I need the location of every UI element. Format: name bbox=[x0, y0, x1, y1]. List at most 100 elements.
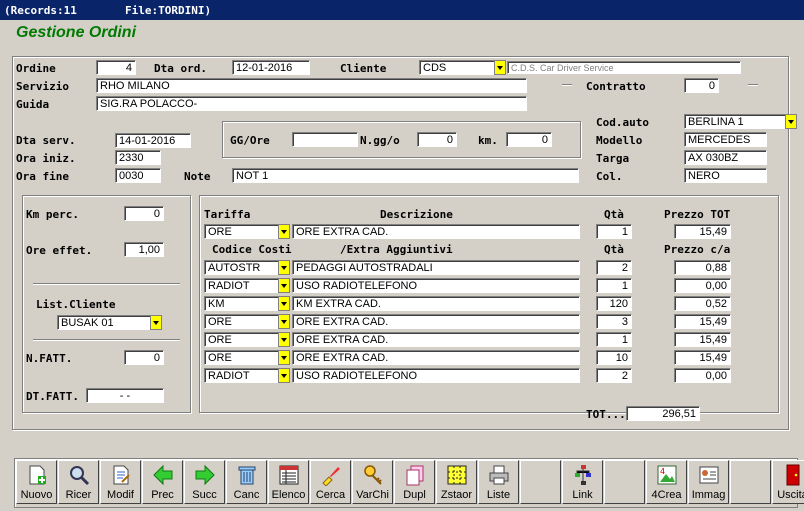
costo-code-combo[interactable]: KM bbox=[204, 296, 291, 311]
chevron-down-icon[interactable] bbox=[278, 260, 290, 275]
costo-code-combo[interactable]: AUTOSTR bbox=[204, 260, 291, 275]
modello-field[interactable]: MERCEDES bbox=[684, 132, 767, 147]
dt-fatt-field[interactable]: - - bbox=[86, 388, 164, 403]
chevron-down-icon[interactable] bbox=[278, 296, 290, 311]
tariffa-desc-field[interactable]: ORE EXTRA CAD. bbox=[292, 224, 580, 239]
chevron-down-icon[interactable] bbox=[278, 314, 290, 329]
costo-desc-field[interactable]: ORE EXTRA CAD. bbox=[292, 314, 580, 329]
ordine-field[interactable]: 4 bbox=[96, 60, 136, 75]
cliente-combo[interactable]: CDS bbox=[419, 60, 507, 75]
n-fatt-field[interactable]: 0 bbox=[124, 350, 164, 365]
cerca-button[interactable]: Cerca bbox=[310, 460, 351, 504]
costo-code-field[interactable]: KM bbox=[204, 296, 279, 311]
succ-button[interactable]: Succ bbox=[184, 460, 225, 504]
costo-qta-field[interactable]: 120 bbox=[596, 296, 632, 311]
ngg-field[interactable]: 0 bbox=[417, 132, 457, 147]
label-contratto: Contratto bbox=[586, 80, 646, 93]
liste-button[interactable]: Liste bbox=[478, 460, 519, 504]
list-cliente-field[interactable]: BUSAK 01 bbox=[57, 315, 151, 330]
costo-qta-field[interactable]: 3 bbox=[596, 314, 632, 329]
chevron-down-icon[interactable] bbox=[278, 350, 290, 365]
costo-qta-field[interactable]: 2 bbox=[596, 260, 632, 275]
dta-serv-field[interactable]: 14-01-2016 bbox=[115, 133, 191, 148]
modif-button[interactable]: Modif bbox=[100, 460, 141, 504]
dupl-button[interactable]: Dupl bbox=[394, 460, 435, 504]
nuovo-button[interactable]: Nuovo bbox=[16, 460, 57, 504]
note-field[interactable]: NOT 1 bbox=[232, 168, 579, 183]
chevron-down-icon[interactable] bbox=[494, 60, 506, 75]
costo-desc-field[interactable]: PEDAGGI AUTOSTRADALI bbox=[292, 260, 580, 275]
dta-ord-field[interactable]: 12-01-2016 bbox=[232, 60, 310, 75]
costo-code-field[interactable]: ORE bbox=[204, 332, 279, 347]
costo-qta-field[interactable]: 2 bbox=[596, 368, 632, 383]
label-cod-auto: Cod.auto bbox=[596, 116, 649, 129]
list-cliente-combo[interactable]: BUSAK 01 bbox=[57, 315, 163, 330]
chevron-down-icon[interactable] bbox=[278, 332, 290, 347]
costo-code-combo[interactable]: ORE bbox=[204, 314, 291, 329]
cliente-code-field[interactable]: CDS bbox=[419, 60, 495, 75]
cod-auto-combo[interactable]: BERLINA 1 bbox=[684, 114, 798, 129]
costo-qta-field[interactable]: 1 bbox=[596, 278, 632, 293]
ricer-button[interactable]: Ricer bbox=[58, 460, 99, 504]
costo-code-field[interactable]: AUTOSTR bbox=[204, 260, 279, 275]
costo-code-field[interactable]: RADIOT bbox=[204, 368, 279, 383]
chevron-down-icon[interactable] bbox=[150, 315, 162, 330]
costo-prezzo-field[interactable]: 15,49 bbox=[674, 314, 731, 329]
costo-code-field[interactable]: ORE bbox=[204, 314, 279, 329]
link-button[interactable]: Link bbox=[562, 460, 603, 504]
costo-code-combo[interactable]: RADIOT bbox=[204, 278, 291, 293]
costo-qta-field[interactable]: 1 bbox=[596, 332, 632, 347]
costo-code-field[interactable]: RADIOT bbox=[204, 278, 279, 293]
canc-button[interactable]: Canc bbox=[226, 460, 267, 504]
ore-effet-field[interactable]: 1,00 bbox=[124, 242, 164, 257]
chevron-down-icon[interactable] bbox=[278, 278, 290, 293]
divider bbox=[748, 84, 758, 86]
varchi-button[interactable]: VarChi bbox=[352, 460, 393, 504]
costo-prezzo-field[interactable]: 0,88 bbox=[674, 260, 731, 275]
costo-desc-field[interactable]: KM EXTRA CAD. bbox=[292, 296, 580, 311]
costo-prezzo-field[interactable]: 0,00 bbox=[674, 368, 731, 383]
km-perc-field[interactable]: 0 bbox=[124, 206, 164, 221]
ora-iniz-field[interactable]: 2330 bbox=[115, 150, 161, 165]
immag-button[interactable]: Immag bbox=[688, 460, 729, 504]
costo-code-combo[interactable]: ORE bbox=[204, 332, 291, 347]
targa-field[interactable]: AX 030BZ bbox=[684, 150, 767, 165]
chevron-down-icon[interactable] bbox=[278, 224, 290, 239]
costo-prezzo-field[interactable]: 15,49 bbox=[674, 350, 731, 365]
svg-text:4: 4 bbox=[660, 467, 665, 476]
tariffa-prezzo-field[interactable]: 15,49 bbox=[674, 224, 731, 239]
costo-desc-field[interactable]: ORE EXTRA CAD. bbox=[292, 350, 580, 365]
4crea-button[interactable]: 4 4Crea bbox=[646, 460, 687, 504]
gg-ore-field[interactable] bbox=[292, 132, 358, 147]
tariffa-qta-field[interactable]: 1 bbox=[596, 224, 632, 239]
prec-button[interactable]: Prec bbox=[142, 460, 183, 504]
elenco-button[interactable]: Elenco bbox=[268, 460, 309, 504]
costo-desc-field[interactable]: USO RADIOTELEFONO bbox=[292, 278, 580, 293]
uscita-button[interactable]: Uscita bbox=[772, 460, 804, 504]
ora-fine-field[interactable]: 0030 bbox=[115, 168, 161, 183]
toolbar-label: Immag bbox=[691, 489, 726, 501]
costo-prezzo-field[interactable]: 0,00 bbox=[674, 278, 731, 293]
costo-prezzo-field[interactable]: 0,52 bbox=[674, 296, 731, 311]
zstaor-button[interactable]: Zstaor bbox=[436, 460, 477, 504]
contratto-field[interactable]: 0 bbox=[684, 78, 719, 93]
costo-code-combo[interactable]: RADIOT bbox=[204, 368, 291, 383]
edit-document-icon bbox=[110, 464, 132, 486]
chevron-down-icon[interactable] bbox=[785, 114, 797, 129]
costo-code-field[interactable]: ORE bbox=[204, 350, 279, 365]
trash-icon bbox=[236, 464, 258, 486]
servizio-field[interactable]: RHO MILANO bbox=[96, 78, 527, 93]
tariffa-combo[interactable]: ORE bbox=[204, 224, 291, 239]
chevron-down-icon[interactable] bbox=[278, 368, 290, 383]
costo-prezzo-field[interactable]: 15,49 bbox=[674, 332, 731, 347]
header-descrizione: Descrizione bbox=[380, 208, 453, 221]
costo-desc-field[interactable]: ORE EXTRA CAD. bbox=[292, 332, 580, 347]
costo-code-combo[interactable]: ORE bbox=[204, 350, 291, 365]
guida-field[interactable]: SIG.RA POLACCO- bbox=[96, 96, 527, 111]
km-field[interactable]: 0 bbox=[506, 132, 552, 147]
tariffa-code-field[interactable]: ORE bbox=[204, 224, 279, 239]
costo-qta-field[interactable]: 10 bbox=[596, 350, 632, 365]
col-field[interactable]: NERO bbox=[684, 168, 767, 183]
cod-auto-field[interactable]: BERLINA 1 bbox=[684, 114, 786, 129]
costo-desc-field[interactable]: USO RADIOTELEFONO bbox=[292, 368, 580, 383]
